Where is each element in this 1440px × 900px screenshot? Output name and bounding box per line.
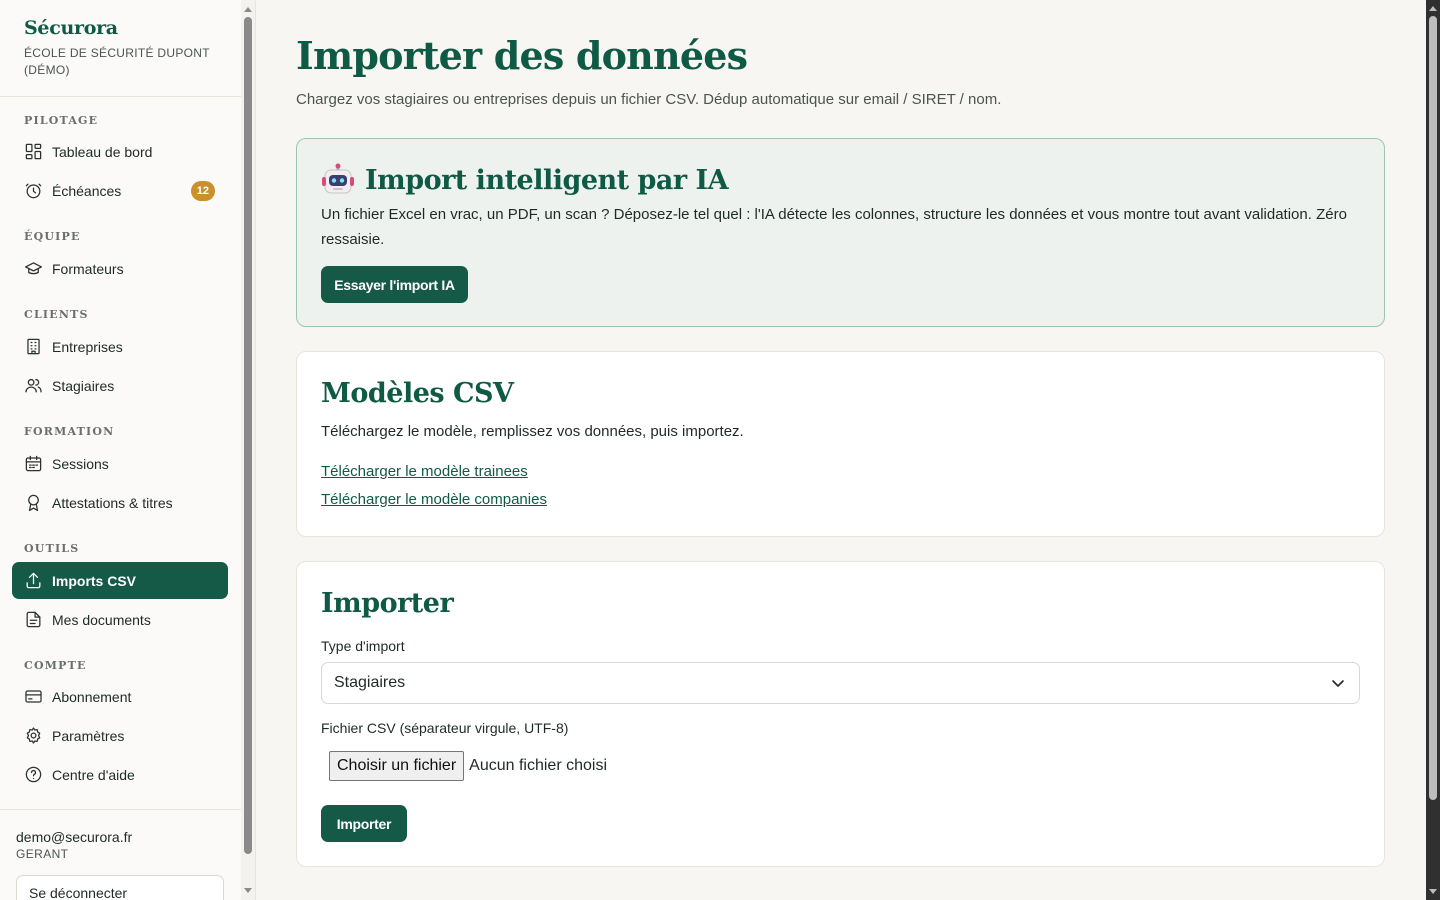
sidebar-item-label: Attestations & titres — [52, 494, 173, 511]
try-ai-import-button[interactable]: Essayer l'import IA — [321, 266, 468, 303]
graduation-cap-icon — [24, 262, 43, 275]
sidebar-item-label: Centre d'aide — [52, 766, 135, 783]
sidebar-item-entreprises[interactable]: Entreprises — [12, 328, 228, 365]
sidebar-item-label: Échéances — [52, 182, 122, 199]
ai-card-header: Import intelligent par IA — [321, 163, 729, 197]
download-companies-template-link[interactable]: Télécharger le modèle companies — [321, 491, 547, 508]
sidebar-item-label: Sessions — [52, 455, 109, 472]
section-label-formation: FORMATION — [24, 425, 115, 438]
robot-icon — [322, 163, 354, 194]
sidebar-item-mes-documents[interactable]: Mes documents — [12, 601, 228, 638]
download-trainees-template-link[interactable]: Télécharger le modèle trainees — [321, 463, 528, 480]
users-icon — [25, 378, 42, 393]
scroll-up-arrow-icon[interactable] — [1428, 3, 1438, 13]
sidebar-scrollbar[interactable] — [241, 0, 255, 900]
scroll-down-arrow-icon[interactable] — [243, 886, 253, 896]
sidebar-item-attestations[interactable]: Attestations & titres — [12, 484, 228, 521]
import-submit-button[interactable]: Importer — [321, 805, 407, 842]
section-label-outils: OUTILS — [24, 542, 80, 555]
dashboard-icon — [25, 143, 42, 160]
sidebar-scrollbar-thumb[interactable] — [244, 17, 252, 854]
page-title: Importer des données — [296, 33, 748, 78]
sidebar-item-label: Entreprises — [52, 338, 123, 355]
csv-file-label: Fichier CSV (séparateur virgule, UTF-8) — [321, 720, 569, 736]
sidebar-item-abonnement[interactable]: Abonnement — [12, 678, 228, 715]
import-card-title: Importer — [321, 588, 454, 619]
section-label-compte: COMPTE — [24, 659, 87, 672]
school-name: ÉCOLE DE SÉCURITÉ DUPONT (DÉMO) — [24, 46, 210, 77]
user-email: demo@securora.fr — [16, 829, 133, 845]
section-label-clients: CLIENTS — [24, 308, 89, 321]
sidebar-content: Sécurora ÉCOLE DE SÉCURITÉ DUPONT (DÉMO)… — [0, 0, 241, 900]
user-role: GERANT — [16, 847, 69, 861]
import-card: Importer Type d'import Stagiaires Fichie… — [296, 561, 1385, 867]
credit-card-icon — [25, 690, 42, 703]
file-status-text: Aucun fichier choisi — [469, 757, 607, 774]
sidebar-item-stagiaires[interactable]: Stagiaires — [12, 367, 228, 404]
calendar-icon — [25, 455, 42, 472]
help-icon — [25, 766, 42, 783]
upload-icon — [26, 572, 41, 589]
award-icon — [28, 494, 39, 512]
sidebar-item-tableau-de-bord[interactable]: Tableau de bord — [12, 133, 228, 170]
chevron-down-icon — [1332, 680, 1344, 687]
document-icon — [26, 611, 41, 628]
sidebar-item-label: Abonnement — [52, 688, 132, 705]
brand-header: Sécurora ÉCOLE DE SÉCURITÉ DUPONT (DÉMO) — [0, 0, 241, 97]
scroll-up-arrow-icon[interactable] — [243, 4, 253, 14]
sidebar-item-label: Imports CSV — [52, 572, 137, 589]
sidebar-item-sessions[interactable]: Sessions — [12, 445, 228, 482]
main-scrollbar-thumb[interactable] — [1429, 16, 1437, 800]
sidebar-item-label: Stagiaires — [52, 377, 115, 394]
choose-file-button[interactable]: Choisir un fichier — [329, 751, 465, 781]
sidebar-item-centre-aide[interactable]: Centre d'aide — [12, 756, 228, 793]
sidebar-item-parametres[interactable]: Paramètres — [12, 717, 228, 754]
sidebar-item-echeances[interactable]: Échéances 12 — [12, 172, 228, 209]
main-content: Importer des données Chargez vos stagiai… — [256, 0, 1426, 900]
import-type-select[interactable]: Stagiaires — [321, 662, 1360, 704]
sidebar-item-label: Paramètres — [52, 727, 125, 744]
section-label-pilotage: PILOTAGE — [24, 114, 99, 127]
csv-models-card: Modèles CSV Téléchargez le modèle, rempl… — [296, 351, 1385, 537]
sidebar: Sécurora ÉCOLE DE SÉCURITÉ DUPONT (DÉMO)… — [0, 0, 256, 900]
models-card-title: Modèles CSV — [321, 378, 514, 409]
sidebar-item-label: Tableau de bord — [52, 143, 153, 160]
file-input: Choisir un fichier Aucun fichier choisi — [329, 751, 607, 781]
user-area: demo@securora.fr GERANT Se déconnecter — [0, 809, 241, 900]
brand-name: Sécurora — [24, 17, 118, 39]
gear-icon — [26, 727, 41, 744]
ai-card-title: Import intelligent par IA — [365, 164, 729, 196]
main-scrollbar[interactable] — [1426, 0, 1440, 900]
sidebar-item-formateurs[interactable]: Formateurs — [12, 250, 228, 287]
app-root: Sécurora ÉCOLE DE SÉCURITÉ DUPONT (DÉMO)… — [0, 0, 1440, 900]
scroll-down-arrow-icon[interactable] — [1428, 887, 1438, 897]
building-icon — [27, 338, 40, 355]
models-card-description: Téléchargez le modèle, remplissez vos do… — [321, 423, 744, 440]
ai-card-text: Un fichier Excel en vrac, un PDF, un sca… — [321, 206, 1347, 248]
ai-import-card: Import intelligent par IA Un fichier Exc… — [296, 138, 1385, 327]
page-subtitle: Chargez vos stagiaires ou entreprises de… — [296, 91, 1002, 108]
import-type-label: Type d'import — [321, 638, 405, 654]
sidebar-item-label: Mes documents — [52, 611, 151, 628]
sidebar-item-label: Formateurs — [52, 260, 124, 277]
count-badge: 12 — [190, 181, 215, 201]
clock-icon — [25, 183, 42, 199]
section-label-equipe: ÉQUIPE — [24, 230, 81, 243]
sidebar-item-imports-csv[interactable]: Imports CSV — [12, 562, 228, 599]
logout-button[interactable]: Se déconnecter — [16, 875, 224, 900]
import-type-value: Stagiaires — [334, 674, 406, 691]
